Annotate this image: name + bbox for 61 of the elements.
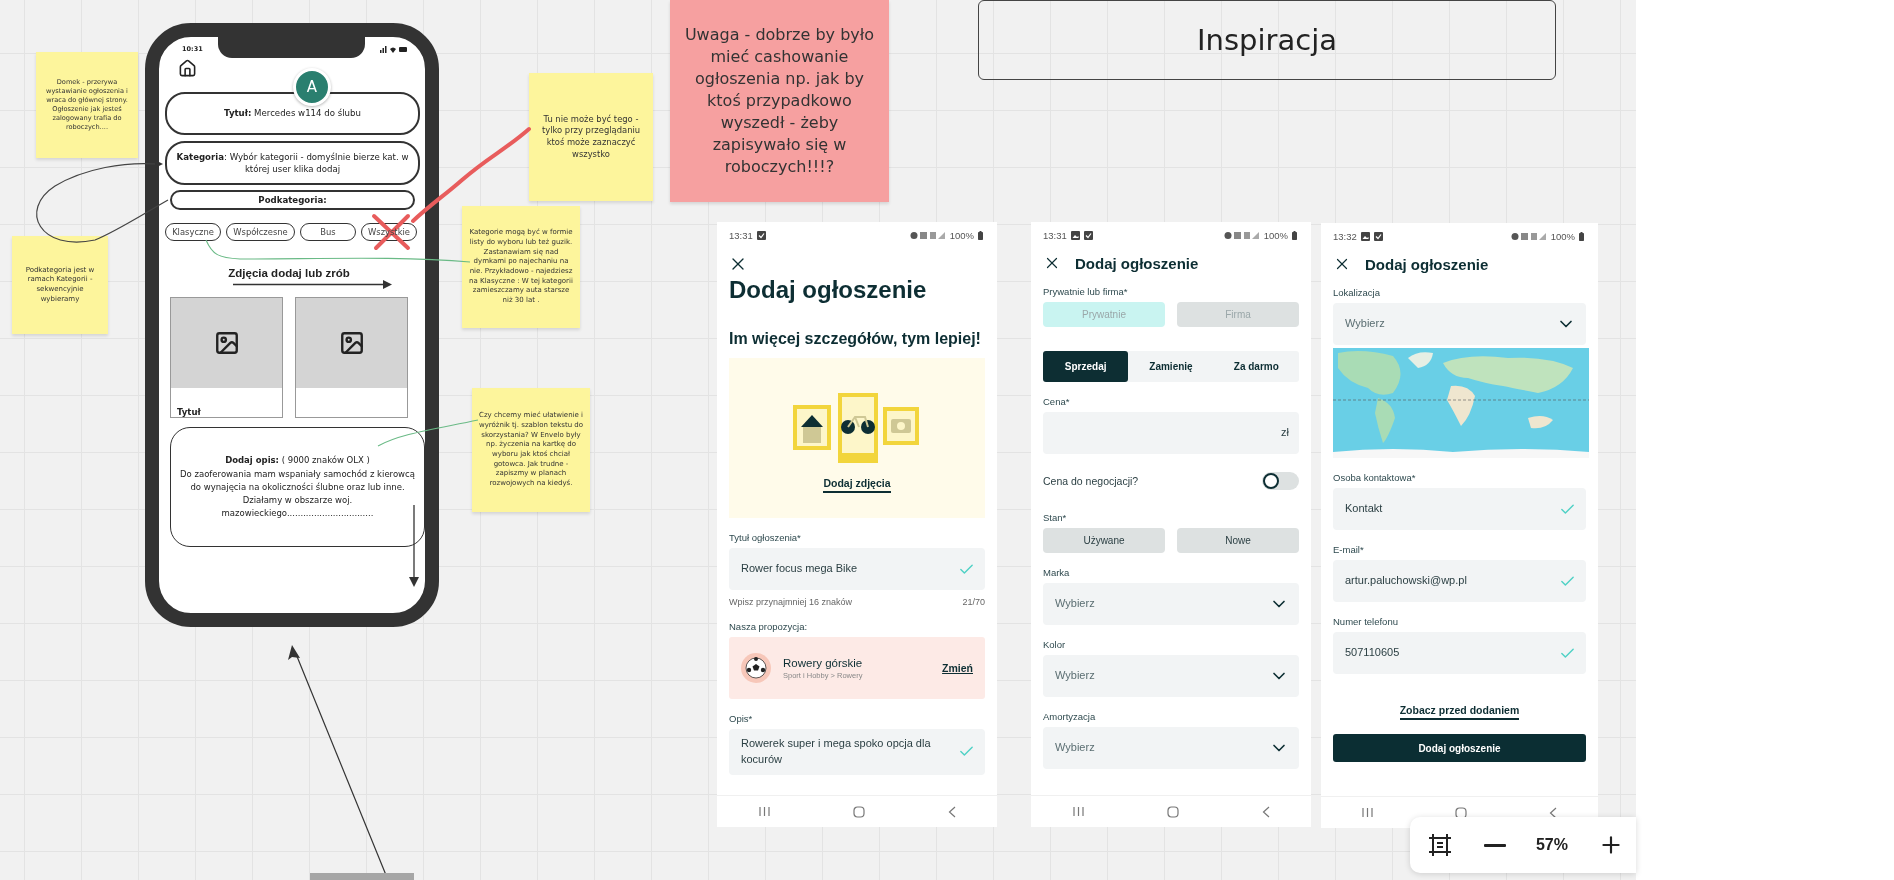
sticky-note: Uwaga - dobrze by było mieć cashowanie ogłoszenia np. jak by ktoś przypadkowo wyszedł - żeby zapisywało się w roboczych!!!?	[670, 0, 889, 202]
photo-upload-panel[interactable]: Dodaj zdjęcia	[729, 358, 985, 518]
battery-level: 100%	[1550, 230, 1575, 242]
subcategory-field[interactable]: Podkategoria:	[170, 190, 415, 211]
field-label: Marka	[1043, 567, 1071, 578]
zoom-level: 57%	[1535, 836, 1568, 854]
input-field[interactable]: 507110605	[1333, 632, 1586, 674]
field-label: Tytuł ogłoszenia*	[729, 532, 802, 543]
add-photos-link[interactable]: Dodaj zdjęcia	[823, 477, 891, 493]
photos-heading: Zdjęcia dodaj lub zrób	[227, 267, 351, 280]
select-field[interactable]: Wybierz	[1043, 727, 1299, 769]
field-label: Amortyzacja	[1043, 711, 1097, 722]
input-field[interactable]: Rower focus mega Bike	[729, 548, 985, 590]
input-field[interactable]: artur.paluchowski@wp.pl	[1333, 560, 1586, 602]
title-field[interactable]: Tytuł: Mercedes w114 do ślubu	[165, 92, 420, 135]
subtitle: Im więcej szczegółów, tym lepiej!	[729, 330, 982, 348]
select-field[interactable]: Wybierz	[1043, 655, 1299, 697]
battery-level: 100%	[949, 229, 974, 241]
toggle-label: Cena do negocjacji?	[1043, 475, 1139, 487]
choice-button[interactable]: Używane	[1043, 528, 1165, 553]
segment-tab[interactable]: Sprzedaj	[1043, 351, 1129, 382]
category-field[interactable]: Kategoria: Wybór kategorii - domyślnie bierze kat. w której user klika dodaj	[165, 141, 420, 185]
helper-text: Wpisz przynajmniej 16 znaków	[729, 597, 853, 607]
field-label: Numer telefonu	[1333, 616, 1399, 627]
segment-tab[interactable]: Zamienię	[1128, 351, 1214, 382]
select-field[interactable]: Wybierz	[1333, 303, 1586, 345]
photo-card[interactable]: Tytuł	[170, 297, 283, 419]
select-field[interactable]: Wybierz	[1043, 583, 1299, 625]
field-label: Opis*	[729, 713, 754, 724]
status-time: 13:31	[729, 229, 753, 241]
avatar: A	[293, 68, 331, 106]
currency-suffix: zł	[1281, 425, 1289, 441]
change-link[interactable]: Zmień	[942, 662, 973, 674]
input-field[interactable]: Kontakt	[1333, 488, 1586, 530]
field-label: Prywatnie lub firma*	[1043, 286, 1129, 297]
field-label: Osoba kontaktowa*	[1333, 472, 1417, 483]
submit-button[interactable]: Dodaj ogłoszenie	[1333, 734, 1586, 762]
field-label: Cena*	[1043, 396, 1071, 407]
photo-caption: Tytuł	[177, 407, 202, 418]
page-title: Dodaj ogłoszenie	[1075, 254, 1199, 272]
preview-link[interactable]: Zobacz przed dodaniem	[1399, 704, 1520, 720]
page-title: Dodaj ogłoszenie	[1365, 255, 1489, 273]
character-count: 21/70	[962, 597, 985, 607]
sticky-note: Tu nie może być tego - tylko przy przeglądaniu ktoś może zaznaczyć wszystko	[529, 73, 653, 201]
field-label: Nasza propozycja:	[729, 621, 809, 632]
input-field[interactable]: Rowerek super i mega spoko opcja dla kocurów	[729, 729, 985, 775]
field-label: Stan*	[1043, 512, 1068, 523]
frame-title: Inspiracja	[978, 0, 1556, 80]
field-label: Kolor	[1043, 639, 1067, 650]
status-time: 13:32	[1333, 230, 1357, 242]
segment-tab[interactable]: Za darmo	[1213, 351, 1299, 382]
choice-button[interactable]: Nowe	[1177, 528, 1299, 553]
description-heading: Dodaj opis: ( 9000 znaków OLX )	[225, 454, 370, 468]
battery-level: 100%	[1263, 229, 1288, 241]
input-field[interactable]: zł	[1043, 412, 1299, 454]
field-label: E-mail*	[1333, 544, 1365, 555]
category-title: Rowery górskie	[783, 656, 864, 669]
page-title: Dodaj ogłoszenie	[729, 276, 928, 304]
status-time: 13:31	[1043, 229, 1067, 241]
field-label: Lokalizacja	[1333, 287, 1381, 298]
description-text: Do zaoferowania mam wspaniały samochód z kierowcą do wynajęcia na okoliczności ślubne oraz lub inne. Działamy w obszarze woj. mazowieckiego................................	[179, 467, 416, 521]
